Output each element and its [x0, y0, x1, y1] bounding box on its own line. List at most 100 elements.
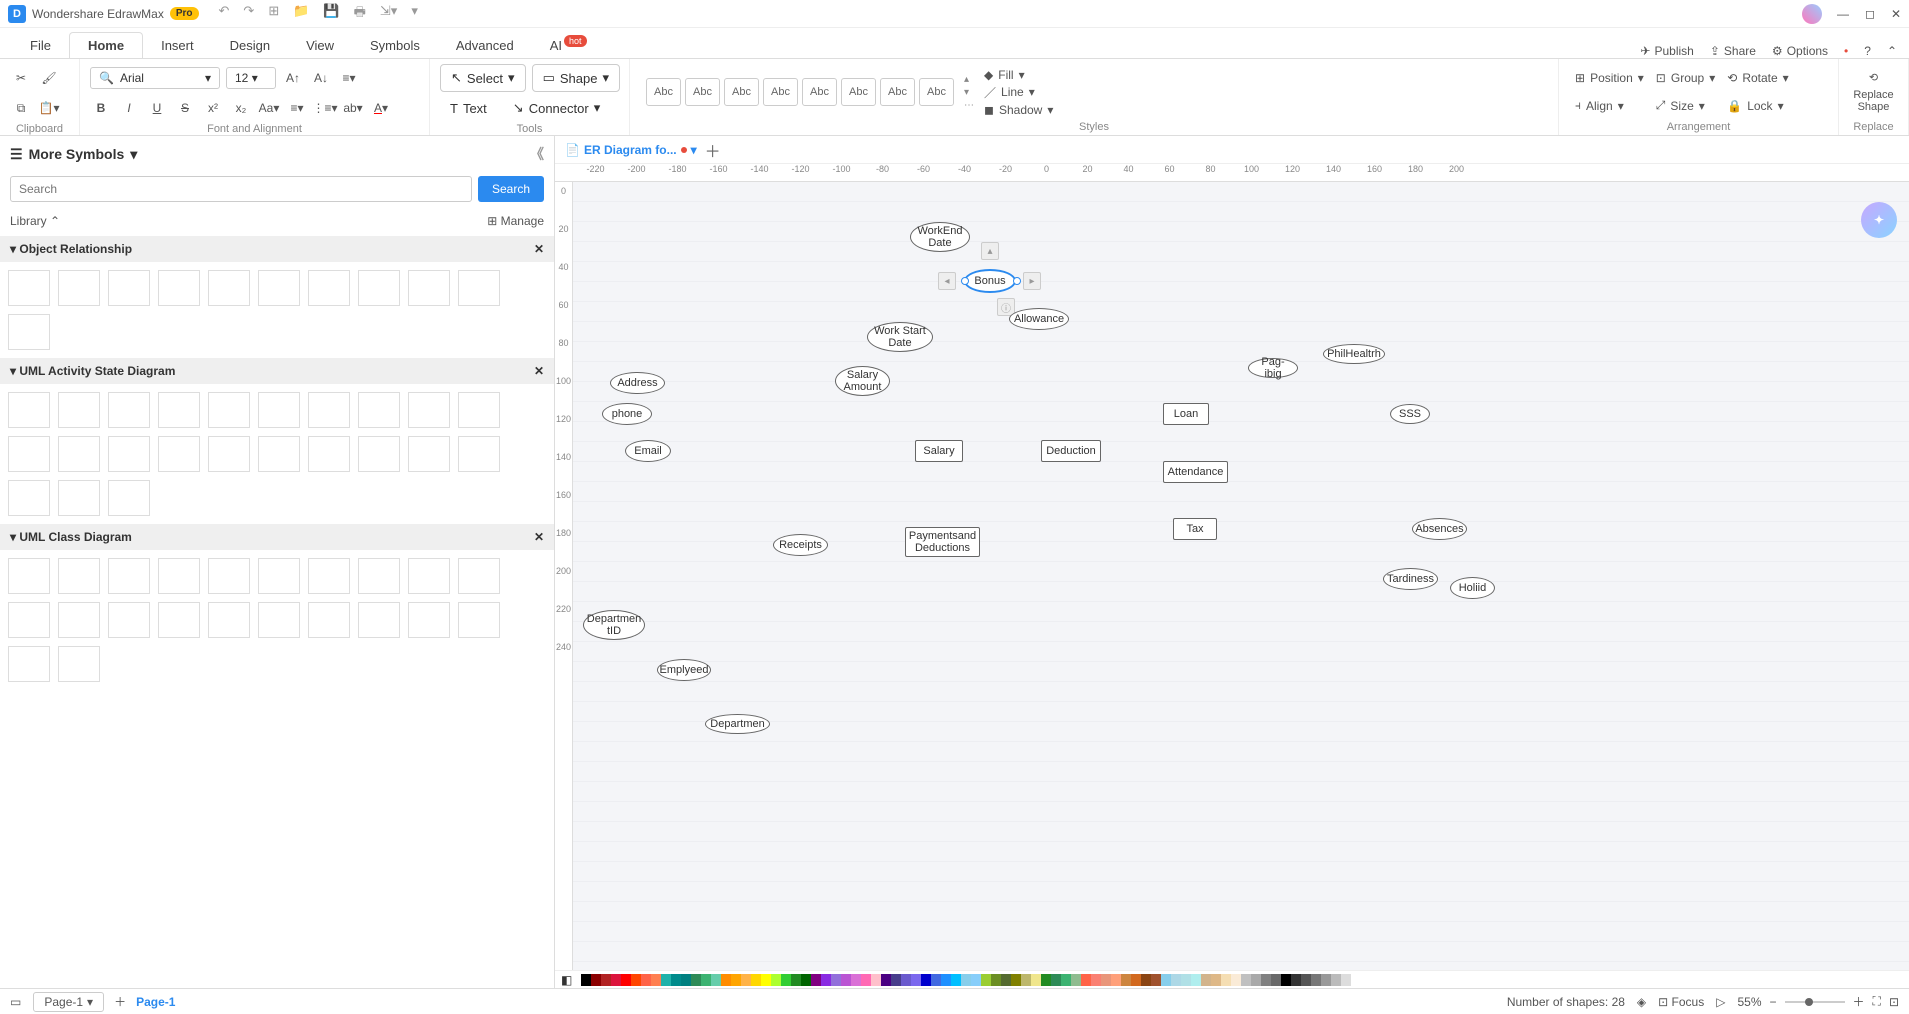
style-swatch-2[interactable]: Abc [724, 78, 759, 106]
section-uml-activity[interactable]: ▾ UML Activity State Diagram✕ [0, 358, 554, 384]
color-swatch[interactable] [841, 974, 851, 986]
style-up-icon[interactable]: ▴ [964, 74, 974, 85]
hint-left-icon[interactable]: ◂ [938, 272, 956, 290]
color-swatch[interactable] [721, 974, 731, 986]
shape-thumb[interactable] [258, 436, 300, 472]
color-swatch[interactable] [831, 974, 841, 986]
font-size-select[interactable]: 12 ▾ [226, 67, 276, 89]
tab-insert[interactable]: Insert [143, 33, 212, 58]
undo-icon[interactable]: ↶ [219, 3, 230, 25]
shape-thumb[interactable] [208, 436, 250, 472]
replace-shape-button[interactable]: ⟲Replace Shape [1853, 71, 1893, 113]
style-swatch-1[interactable]: Abc [685, 78, 720, 106]
group-button[interactable]: ⊡ Group ▾ [1656, 71, 1715, 85]
section-object-relationship[interactable]: ▾ Object Relationship✕ [0, 236, 554, 262]
style-swatch-3[interactable]: Abc [763, 78, 798, 106]
color-swatch[interactable] [1221, 974, 1231, 986]
presentation-icon[interactable]: ▷ [1716, 995, 1725, 1009]
line-button[interactable]: ／ Line ▾ [984, 84, 1053, 101]
tab-file[interactable]: File [12, 33, 69, 58]
shape-thumb[interactable] [58, 270, 100, 306]
shape-thumb[interactable] [8, 602, 50, 638]
color-swatch[interactable] [641, 974, 651, 986]
font-color-icon[interactable]: A▾ [370, 97, 392, 119]
shape-thumb[interactable] [8, 480, 50, 516]
share-button[interactable]: ⇪ Share [1710, 44, 1756, 58]
node-departmen[interactable]: Departmen [705, 714, 770, 734]
tab-design[interactable]: Design [212, 33, 288, 58]
new-icon[interactable]: ⊞ [268, 3, 279, 25]
shape-thumb[interactable] [8, 646, 50, 682]
shape-thumb[interactable] [408, 558, 450, 594]
color-swatch[interactable] [581, 974, 591, 986]
minimize-icon[interactable]: — [1837, 7, 1849, 21]
shape-thumb[interactable] [408, 602, 450, 638]
select-tool[interactable]: ↖ Select ▾ [440, 64, 526, 92]
shape-thumb[interactable] [358, 558, 400, 594]
shape-thumb[interactable] [58, 392, 100, 428]
shape-thumb[interactable] [258, 602, 300, 638]
color-swatch[interactable] [1231, 974, 1241, 986]
color-swatch[interactable] [1081, 974, 1091, 986]
document-tab[interactable]: 📄 ER Diagram fo... ▾ [565, 143, 697, 157]
options-button[interactable]: ⚙ Options [1772, 44, 1828, 58]
color-swatch[interactable] [621, 974, 631, 986]
symbol-search-button[interactable]: Search [478, 176, 544, 202]
color-swatch[interactable] [681, 974, 691, 986]
color-swatch[interactable] [1141, 974, 1151, 986]
shape-thumb[interactable] [358, 436, 400, 472]
shape-thumb[interactable] [458, 392, 500, 428]
tab-symbols[interactable]: Symbols [352, 33, 438, 58]
shape-thumb[interactable] [58, 646, 100, 682]
node-bonus[interactable]: Bonus [965, 270, 1015, 292]
color-swatch[interactable] [611, 974, 621, 986]
color-picker-icon[interactable]: ◧ [561, 973, 575, 987]
node-receipts[interactable]: Receipts [773, 534, 828, 556]
color-swatch[interactable] [1351, 974, 1361, 986]
color-swatch[interactable] [1071, 974, 1081, 986]
increase-font-icon[interactable]: A↑ [282, 67, 304, 89]
shape-thumb[interactable] [108, 270, 150, 306]
color-swatch[interactable] [1181, 974, 1191, 986]
color-swatch[interactable] [1061, 974, 1071, 986]
color-swatch[interactable] [1041, 974, 1051, 986]
shadow-button[interactable]: ◼ Shadow ▾ [984, 103, 1053, 117]
help-icon[interactable]: ? [1864, 44, 1871, 58]
shape-thumb[interactable] [208, 558, 250, 594]
add-page-button[interactable]: ＋ [114, 993, 126, 1010]
node-employed[interactable]: Emplyeed [657, 659, 711, 681]
style-more-icon[interactable]: ⋯ [964, 100, 974, 111]
color-swatch[interactable] [1171, 974, 1181, 986]
color-swatch[interactable] [1291, 974, 1301, 986]
color-swatch[interactable] [591, 974, 601, 986]
color-swatch[interactable] [701, 974, 711, 986]
align-button[interactable]: ⫞ Align ▾ [1575, 98, 1644, 113]
shape-thumb[interactable] [8, 392, 50, 428]
line-spacing-icon[interactable]: ≡▾ [286, 97, 308, 119]
zoom-slider[interactable] [1805, 998, 1813, 1006]
shape-thumb[interactable] [308, 270, 350, 306]
node-workstart[interactable]: Work Start Date [867, 322, 933, 352]
style-swatch-6[interactable]: Abc [880, 78, 915, 106]
shape-thumb[interactable] [458, 602, 500, 638]
node-attendance[interactable]: Attendance [1163, 461, 1228, 483]
color-swatch[interactable] [1191, 974, 1201, 986]
color-swatch[interactable] [1161, 974, 1171, 986]
size-button[interactable]: ⤢ Size ▾ [1656, 98, 1715, 113]
zoom-level[interactable]: 55% [1737, 995, 1761, 1009]
italic-icon[interactable]: I [118, 97, 140, 119]
library-link[interactable]: Library ⌃ [10, 214, 60, 228]
color-swatch[interactable] [871, 974, 881, 986]
hint-right-icon[interactable]: ▸ [1023, 272, 1041, 290]
rotate-button[interactable]: ⟲ Rotate ▾ [1727, 71, 1788, 85]
color-swatch[interactable] [1091, 974, 1101, 986]
shape-thumb[interactable] [58, 436, 100, 472]
color-swatch[interactable] [1331, 974, 1341, 986]
shape-thumb[interactable] [158, 270, 200, 306]
shape-thumb[interactable] [108, 558, 150, 594]
page-select[interactable]: Page-1 ▾ [33, 992, 104, 1012]
subscript-icon[interactable]: x₂ [230, 97, 252, 119]
case-icon[interactable]: Aa▾ [258, 97, 280, 119]
shape-thumb[interactable] [108, 392, 150, 428]
save-icon[interactable]: 💾 [323, 3, 339, 25]
